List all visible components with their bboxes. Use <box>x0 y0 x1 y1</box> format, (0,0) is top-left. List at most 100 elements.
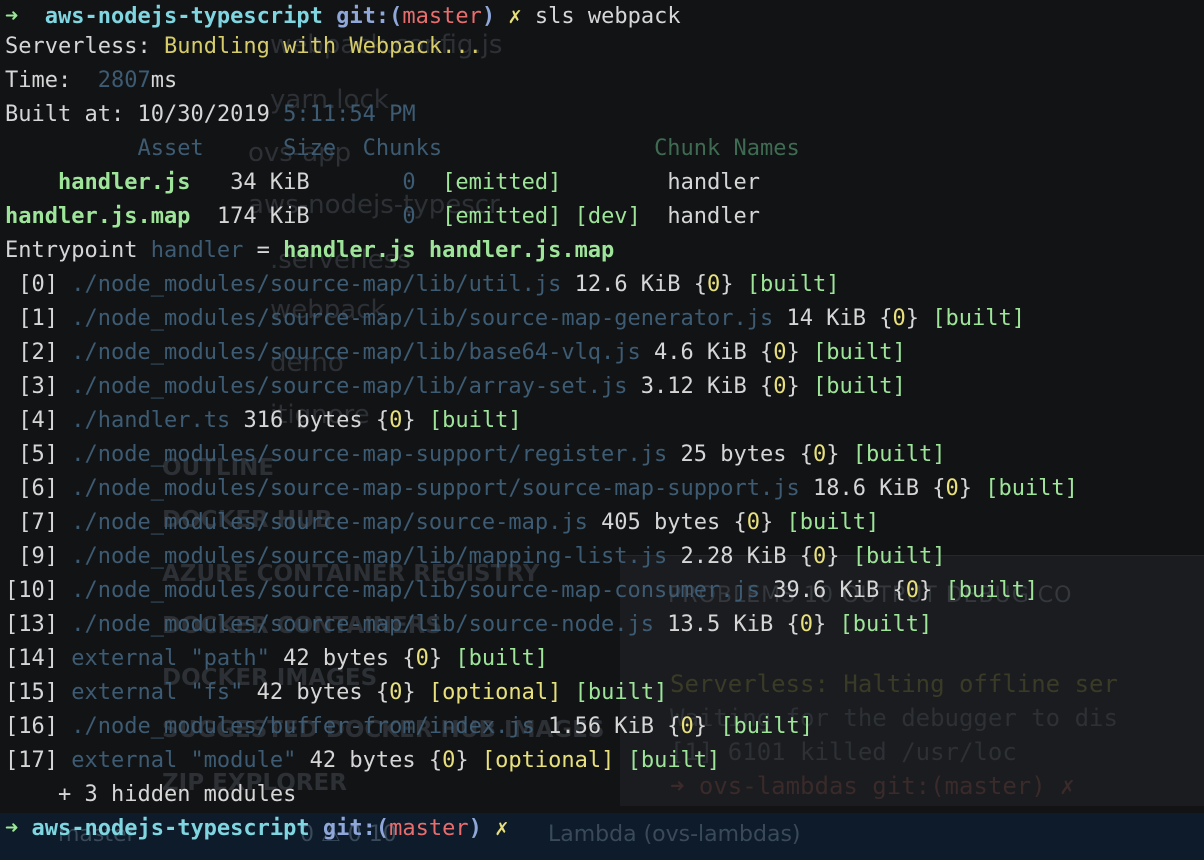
prompt-arrow-icon: ➜ <box>5 816 19 841</box>
asset-chunk-name: handler <box>667 204 761 229</box>
module-id: [14] <box>5 646 58 671</box>
entrypoint-eq: = <box>256 238 270 263</box>
command-text: sls webpack <box>534 4 681 29</box>
module-chunk-id: 0 <box>389 408 403 433</box>
terminal[interactable]: ➜ aws-nodejs-typescript git:(master) ✗ s… <box>0 0 1204 860</box>
module-path: ./node_modules/source-map/lib/util.js <box>71 272 562 297</box>
module-chunk-id: 0 <box>415 646 429 671</box>
module-line: [0] ./node_modules/source-map/lib/util.j… <box>18 272 840 297</box>
serverless-label: Serverless: <box>5 34 151 59</box>
module-chunk-id: 0 <box>707 272 721 297</box>
asset-flags: [emitted] [dev] <box>442 204 641 229</box>
module-built: [built] <box>839 612 933 637</box>
entrypoint-name: handler <box>150 238 244 263</box>
module-line: [16] ./node_modules/buffer-from/index.js… <box>5 714 814 739</box>
module-id: [9] <box>18 544 58 569</box>
time-value: 2807 <box>97 68 151 93</box>
module-path: ./node_modules/source-map/source-map.js <box>71 510 588 535</box>
entrypoint-label: Entrypoint <box>5 238 138 263</box>
module-chunk-id: 0 <box>746 510 761 535</box>
module-line: [6] ./node_modules/source-map-support/so… <box>18 476 1078 501</box>
module-built: [built] <box>852 442 946 467</box>
hidden-modules-line: + 3 hidden modules <box>5 778 296 812</box>
module-chunk-id: 0 <box>680 714 694 739</box>
module-id: [17] <box>5 748 58 773</box>
module-path: ./handler.ts <box>71 408 231 433</box>
module-id: [13] <box>5 612 58 637</box>
module-id: [2] <box>18 340 58 365</box>
module-path: external "module" <box>71 748 297 773</box>
module-built: [built] <box>813 374 906 399</box>
module-size: 405 bytes <box>601 510 721 535</box>
module-built: [built] <box>746 272 840 297</box>
module-line: [14] external "path" 42 bytes {0} [built… <box>5 646 549 671</box>
asset-row: handler.js 34 KiB 0 [emitted] handler <box>5 166 760 200</box>
serverless-message: Bundling with Webpack... <box>163 34 482 59</box>
module-line: [13] ./node_modules/source-map/lib/sourc… <box>5 612 933 637</box>
module-path: ./node_modules/source-map/lib/array-set.… <box>71 374 628 399</box>
prompt-line: ➜ aws-nodejs-typescript git:(master) ✗ s… <box>5 0 681 34</box>
module-optional: [optional] <box>428 680 562 705</box>
module-size: 14 KiB <box>786 306 866 331</box>
module-line: [3] ./node_modules/source-map/lib/array-… <box>18 374 906 399</box>
module-size: 42 bytes <box>283 646 390 671</box>
module-chunk-id: 0 <box>892 306 906 331</box>
hidden-modules: + 3 hidden modules <box>57 782 297 807</box>
time-unit: ms <box>150 68 178 93</box>
prompt-git-prefix: git:( <box>336 4 403 29</box>
module-line: [10] ./node_modules/source-map/lib/sourc… <box>5 578 1039 603</box>
asset-name: handler.js <box>57 170 191 195</box>
serverless-line: Serverless: Bundling with Webpack... <box>5 30 482 64</box>
module-path: ./node_modules/source-map/lib/base64-vlq… <box>71 340 641 365</box>
module-line: [15] external "fs" 42 bytes {0} [optiona… <box>5 680 668 705</box>
header-chunk-names: Chunk Names <box>654 136 800 161</box>
module-built: [built] <box>428 408 522 433</box>
asset-chunk-name: handler <box>667 170 761 195</box>
prompt-cwd: aws-nodejs-typescript <box>44 4 323 29</box>
prompt-line-final[interactable]: ➜ aws-nodejs-typescript git:(master) ✗ <box>5 812 508 846</box>
module-built: [built] <box>720 714 814 739</box>
module-size: 42 bytes <box>256 680 363 705</box>
module-id: [5] <box>18 442 58 467</box>
module-line: [7] ./node_modules/source-map/source-map… <box>18 510 880 535</box>
module-id: [6] <box>18 476 58 501</box>
module-id: [15] <box>5 680 58 705</box>
module-built: [built] <box>932 306 1025 331</box>
entrypoint-files: handler.js handler.js.map <box>283 238 615 263</box>
asset-row: handler.js.map 174 KiB 0 [emitted] [dev]… <box>5 200 760 234</box>
module-built: [built] <box>627 748 721 773</box>
module-chunk-id: 0 <box>813 442 827 467</box>
prompt-dirty-icon: ✗ <box>508 4 522 29</box>
module-built: [built] <box>945 578 1039 603</box>
module-id: [0] <box>18 272 58 297</box>
module-id: [1] <box>18 306 58 331</box>
time-line: Time: 2807ms <box>5 64 177 98</box>
module-chunk-id: 0 <box>813 544 827 569</box>
module-path: ./node_modules/source-map-support/regist… <box>71 442 668 467</box>
module-built: [built] <box>852 544 946 569</box>
module-id: [4] <box>18 408 58 433</box>
module-built: [built] <box>455 646 549 671</box>
prompt-git-prefix: git:( <box>322 816 390 841</box>
module-chunk-id: 0 <box>442 748 456 773</box>
built-time: 5:11:54 PM <box>283 102 416 127</box>
built-at-line: Built at: 10/30/2019 5:11:54 PM <box>5 98 416 132</box>
prompt-git-suffix: ) <box>468 816 482 841</box>
prompt-cwd: aws-nodejs-typescript <box>31 816 310 841</box>
module-chunk-id: 0 <box>773 340 787 365</box>
built-label: Built at: <box>5 102 125 127</box>
asset-size: 34 KiB <box>230 170 310 195</box>
built-date: 10/30/2019 <box>137 102 270 127</box>
module-line: [1] ./node_modules/source-map/lib/source… <box>18 306 1025 331</box>
module-size: 1.56 KiB <box>548 714 655 739</box>
module-line: [4] ./handler.ts 316 bytes {0} [built] <box>18 408 522 433</box>
time-label: Time: <box>5 68 72 93</box>
module-size: 39.6 KiB <box>773 578 880 603</box>
module-line: [5] ./node_modules/source-map-support/re… <box>18 442 946 467</box>
asset-table-header: Asset Size Chunks Chunk Names <box>5 132 800 166</box>
module-chunk-id: 0 <box>389 680 403 705</box>
module-size: 18.6 KiB <box>812 476 919 501</box>
module-id: [7] <box>18 510 58 535</box>
asset-chunks: 0 <box>402 170 416 195</box>
module-chunk-id: 0 <box>905 578 919 603</box>
